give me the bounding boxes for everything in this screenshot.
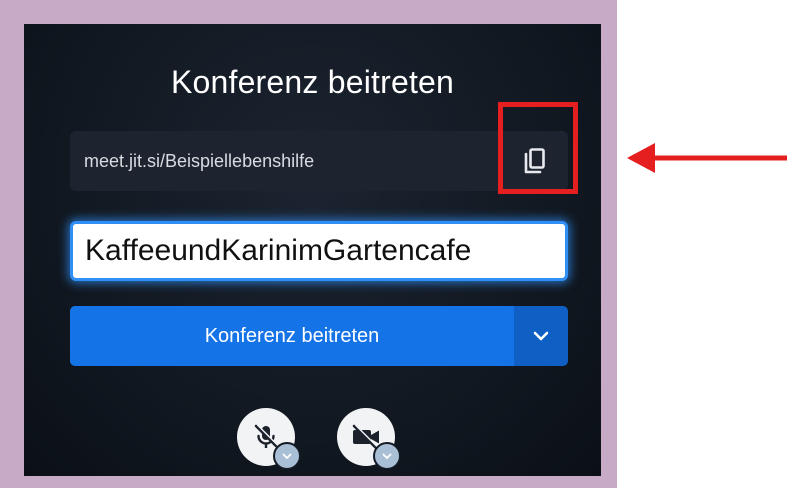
meeting-url-text: meet.jit.si/Beispiellebenshilfe [84, 151, 315, 171]
chevron-down-icon [382, 453, 392, 459]
camera-options-button[interactable] [373, 442, 401, 470]
chevron-down-icon [282, 453, 292, 459]
pointer-arrow-icon [627, 143, 787, 173]
camera-toggle-button[interactable] [337, 408, 401, 470]
join-conference-panel: Konferenz beitreten meet.jit.si/Beispiel… [24, 24, 601, 476]
screenshot-canvas: Konferenz beitreten meet.jit.si/Beispiel… [0, 0, 789, 488]
microphone-toggle-button[interactable] [237, 408, 301, 470]
join-options-dropdown[interactable] [514, 306, 568, 366]
picture-frame: Konferenz beitreten meet.jit.si/Beispiel… [0, 0, 617, 488]
conference-name-input[interactable] [70, 221, 568, 281]
microphone-options-button[interactable] [273, 442, 301, 470]
meeting-url-bar: meet.jit.si/Beispiellebenshilfe [70, 131, 568, 191]
page-title: Konferenz beitreten [170, 64, 455, 100]
copy-button-highlight [498, 102, 578, 194]
join-conference-button[interactable]: Konferenz beitreten [70, 306, 514, 366]
chevron-down-icon [533, 331, 549, 341]
join-button-group: Konferenz beitreten [70, 306, 568, 366]
